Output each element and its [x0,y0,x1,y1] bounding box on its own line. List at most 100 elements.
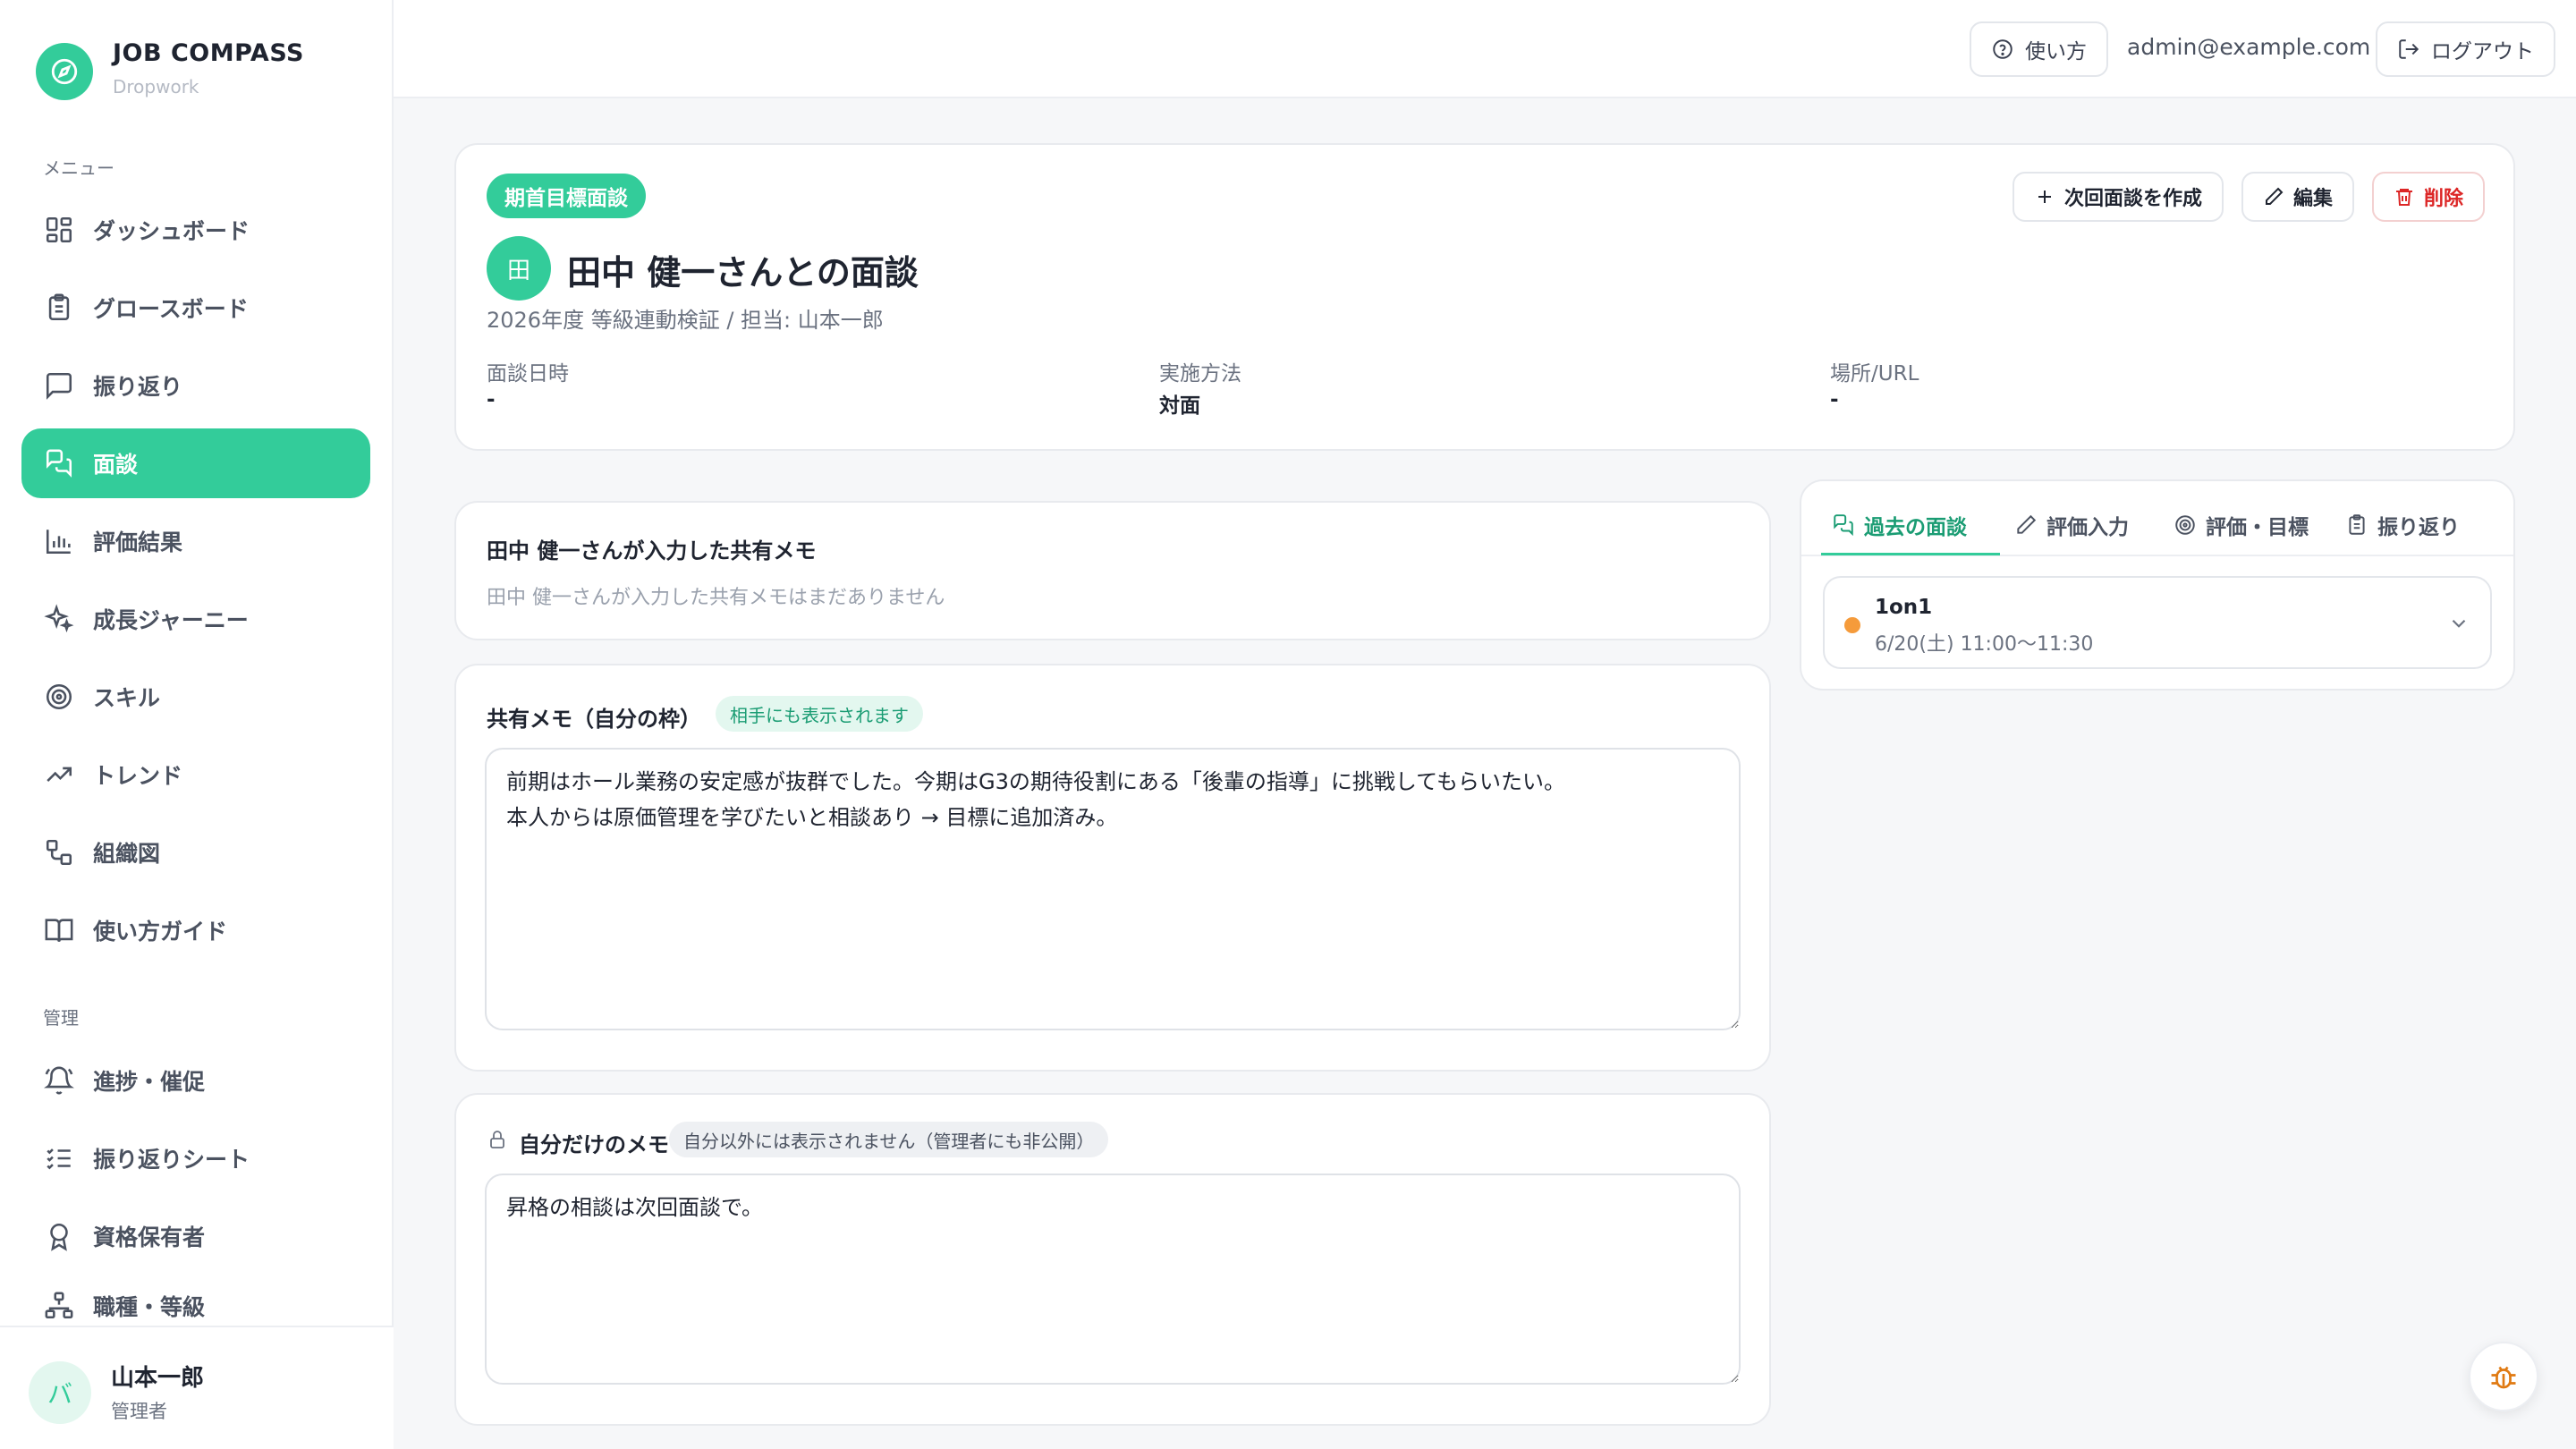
sidebar-item-growth-board[interactable]: グロースボード [21,273,370,343]
edit-label: 編集 [2293,188,2334,210]
visible-to-partner-badge: 相手にも表示されます [716,696,923,732]
private-memo-card: 自分だけのメモ 自分以外には表示されません（管理者にも非公開） 昇格の相談は次回… [454,1093,1771,1426]
side-panel: 過去の面談 評価入力 評価・目標 振り返り 1on1 6/20(土) 11:00… [1800,479,2515,691]
history-item-datetime: 6/20(土) 11:00〜11:30 [1875,633,2094,656]
partner-memo-empty: 田中 健一さんが入力した共有メモはまだありません [487,587,945,609]
meta-label-location: 場所/URL [1830,362,1919,386]
top-bar: 使い方 admin@example.com ログアウト [394,0,2576,98]
sidebar-item-label: 振り返り [93,374,183,400]
tab-evaluation-goals[interactable]: 評価・目標 [2174,494,2309,556]
sidebar-item-dashboard[interactable]: ダッシュボード [21,195,370,265]
bar-chart-icon [43,525,75,557]
tab-reflection[interactable]: 振り返り [2345,494,2460,556]
delete-button[interactable]: 削除 [2372,172,2486,222]
sidebar-item-interview[interactable]: 面談 [21,428,370,498]
trend-icon [43,758,75,791]
sidebar-item-guide[interactable]: 使い方ガイド [21,895,370,965]
status-dot [1844,617,1860,633]
sidebar-item-reflection[interactable]: 振り返り [21,351,370,420]
create-next-label: 次回面談を作成 [2064,188,2203,210]
sidebar-item-label: トレンド [93,763,183,789]
private-memo-input[interactable]: 昇格の相談は次回面談で。 [485,1174,1741,1385]
target-icon [43,681,75,713]
user-profile[interactable]: バ 山本一郎 管理者 [0,1326,394,1449]
tab-label: 評価入力 [2046,516,2129,539]
sidebar-item-label: 進捗・催促 [93,1069,206,1095]
admin-section-label: 管理 [43,1007,79,1029]
interview-detail-card: 期首目標面談 田 田中 健一さんとの面談 2026年度 等級連動検証 / 担当:… [454,143,2515,451]
tab-label: 振り返り [2377,516,2460,539]
target-icon [2174,513,2197,537]
chat-bubbles-icon [1832,513,1855,537]
sidebar-item-progress[interactable]: 進捗・催促 [21,1046,370,1115]
org-icon [43,836,75,869]
help-label: 使い方 [2025,40,2087,64]
partner-memo-card: 田中 健一さんが入力した共有メモ 田中 健一さんが入力した共有メモはまだありませ… [454,501,1771,640]
shared-memo-title: 共有メモ（自分の枠） [487,707,701,732]
sidebar-item-label: 組織図 [93,841,161,867]
plus-icon [2034,186,2055,208]
sidebar-item-label: スキル [93,685,161,711]
meta-value-method: 対面 [1159,394,1200,418]
sidebar-item-label: 職種・等級 [93,1294,206,1320]
sidebar-item-reflection-sheet[interactable]: 振り返りシート [21,1123,370,1193]
active-tab-indicator [1821,553,2000,555]
sidebar-item-growth-journey[interactable]: 成長ジャーニー [21,584,370,654]
edit-button[interactable]: 編集 [2241,172,2355,222]
meta-label-datetime: 面談日時 [487,362,569,386]
tab-past-interviews[interactable]: 過去の面談 [1832,494,1967,556]
bug-report-button[interactable] [2469,1342,2538,1411]
sidebar-item-label: ダッシュボード [93,218,250,244]
chat-bubbles-icon [43,447,75,479]
sidebar-item-label: グロースボード [93,296,249,322]
checklist-icon [43,1142,75,1174]
brand[interactable]: JOB COMPASS Dropwork [36,39,304,100]
sidebar-item-org-chart[interactable]: 組織図 [21,818,370,887]
sparkles-icon [43,603,75,635]
delete-label: 削除 [2424,188,2464,210]
interview-type-badge: 期首目標面談 [487,174,646,218]
history-item-title: 1on1 [1875,596,1933,619]
bell-icon [43,1064,75,1097]
sidebar-item-qualifications[interactable]: 資格保有者 [21,1201,370,1271]
sidebar-item-job-grades[interactable]: 職種・等級 [21,1279,370,1333]
user-name: 山本一郎 [111,1365,205,1392]
sidebar-item-skills[interactable]: スキル [21,662,370,732]
meta-value-location: - [1830,388,1839,411]
sidebar-item-label: 使い方ガイド [93,919,228,945]
avatar: 田 [487,236,551,301]
user-email: admin@example.com [2127,34,2371,60]
message-square-icon [43,369,75,402]
sidebar-item-evaluation-results[interactable]: 評価結果 [21,506,370,576]
meta-value-datetime: - [487,388,496,411]
sidebar-item-trend[interactable]: トレンド [21,740,370,809]
menu-section-label: メニュー [43,157,114,179]
pencil-icon [2014,513,2038,537]
help-button[interactable]: 使い方 [1970,21,2108,77]
chevron-down-icon [2447,612,2470,635]
app-title: JOB COMPASS [113,39,304,67]
bug-icon [2487,1360,2520,1393]
hierarchy-icon [43,1290,75,1322]
private-memo-title: 自分だけのメモ [519,1132,669,1157]
sidebar-item-label: 資格保有者 [93,1224,206,1250]
pencil-icon [2263,186,2284,208]
clipboard-icon [43,292,75,324]
shared-memo-input[interactable]: 前期はホール業務の安定感が抜群でした。今期はG3の期待役割にある「後輩の指導」に… [485,748,1741,1030]
help-circle-icon [1991,38,2014,61]
logout-button[interactable]: ログアウト [2376,21,2555,77]
book-icon [43,914,75,946]
compass-icon [36,43,93,100]
clipboard-icon [2345,513,2368,537]
create-next-interview-button[interactable]: 次回面談を作成 [2012,172,2224,222]
logout-label: ログアウト [2431,40,2534,64]
shared-memo-card: 共有メモ（自分の枠） 相手にも表示されます 前期はホール業務の安定感が抜群でした… [454,664,1771,1072]
user-role: 管理者 [111,1401,167,1422]
sidebar: JOB COMPASS Dropwork メニュー ダッシュボード グロースボー… [0,0,394,1449]
award-icon [43,1220,75,1252]
lock-icon [487,1129,508,1150]
history-item[interactable]: 1on1 6/20(土) 11:00〜11:30 [1823,576,2492,669]
logout-icon [2397,38,2420,61]
tab-label: 過去の面談 [1864,516,1967,539]
tab-evaluation-input[interactable]: 評価入力 [2014,494,2129,556]
